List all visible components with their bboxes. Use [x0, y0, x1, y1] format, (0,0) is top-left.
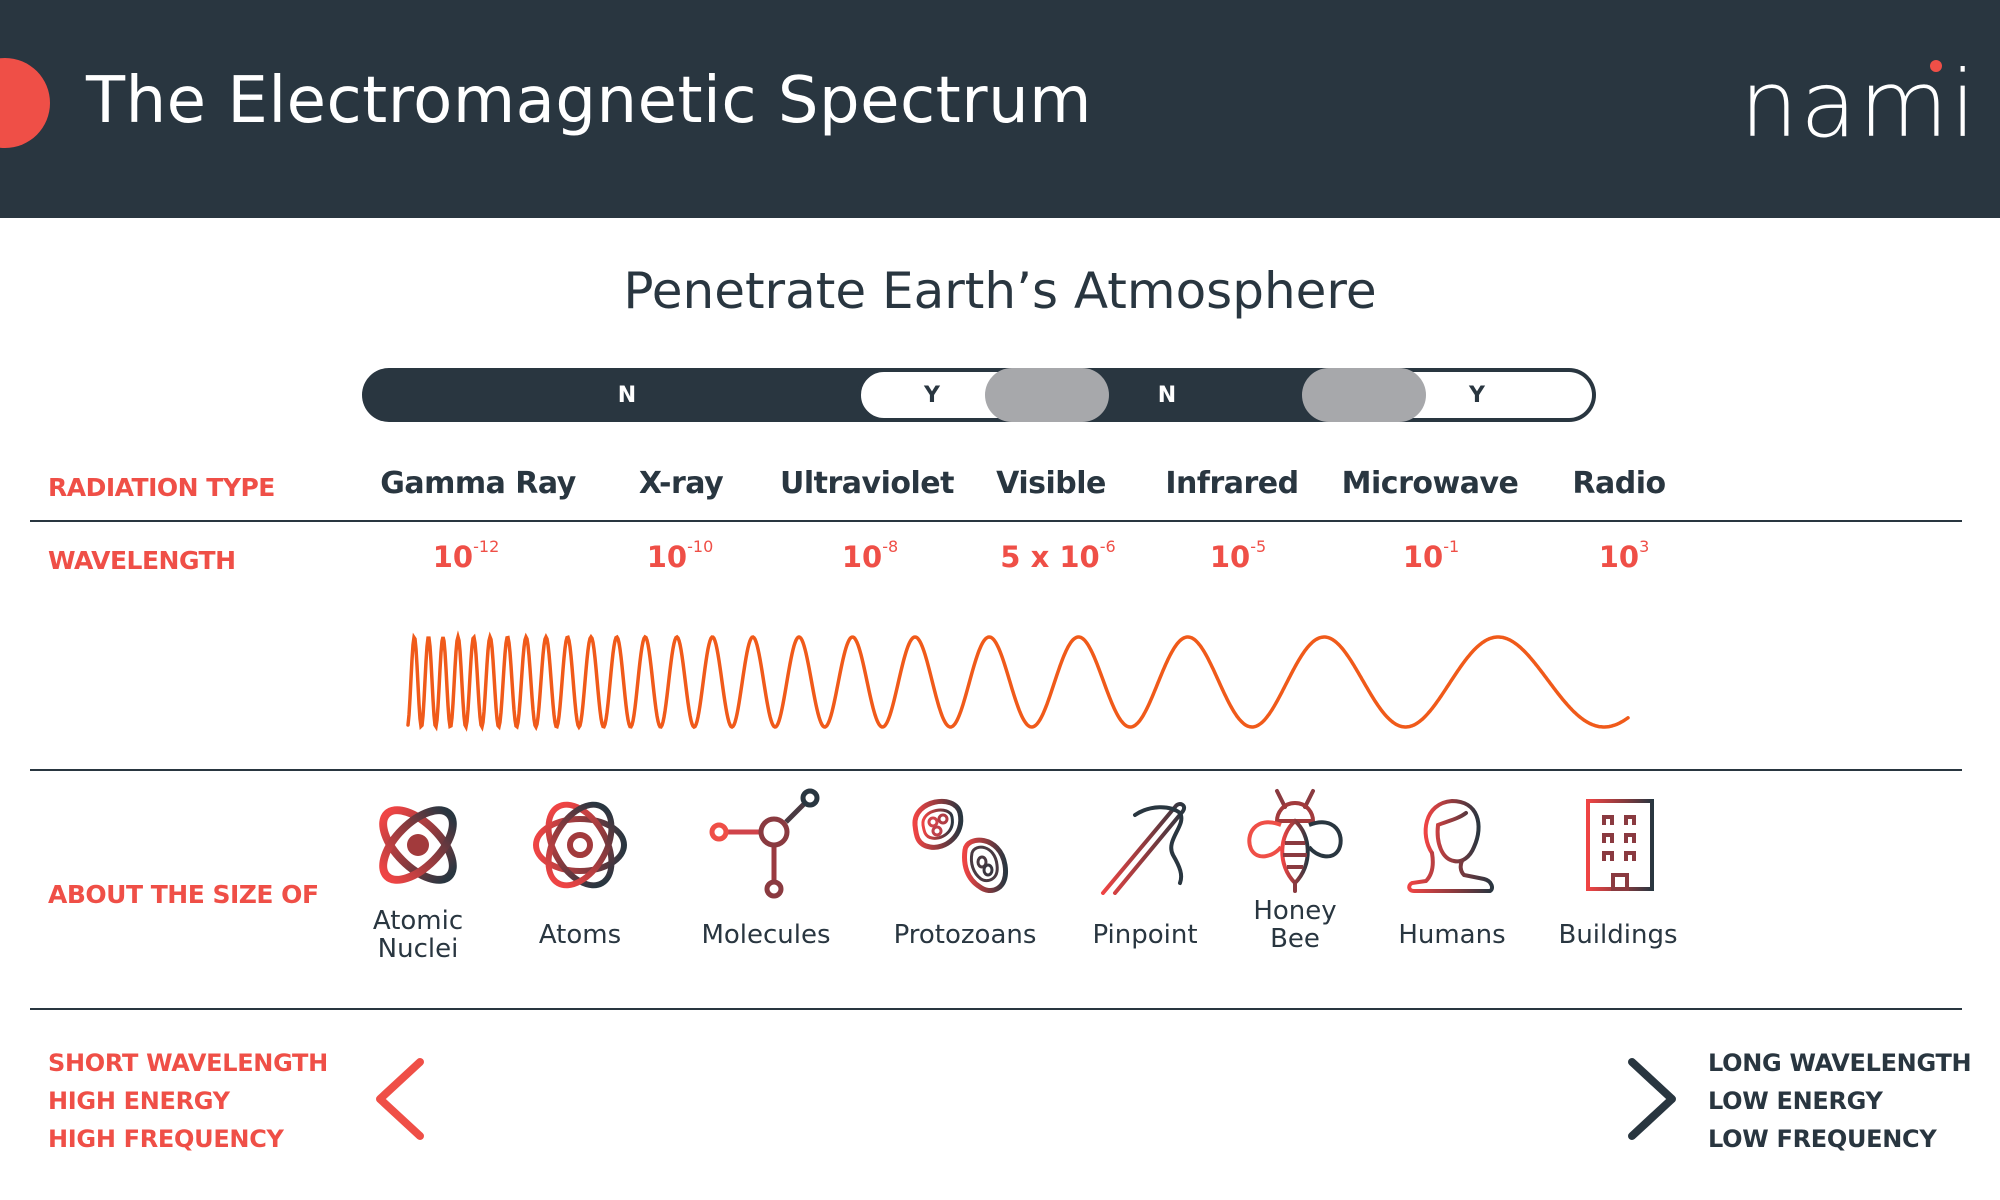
divider [30, 520, 1962, 522]
size-item-label: Protozoans [870, 921, 1060, 949]
wl-exp: 3 [1639, 537, 1650, 556]
edge-label: HIGH FREQUENCY [48, 1125, 284, 1153]
radiation-radio: Radio [1572, 466, 1666, 501]
size-label: ABOUT THE SIZE OF [48, 880, 319, 909]
label-line: Humans [1398, 920, 1506, 950]
wavelength-label: WAVELENGTH [48, 546, 236, 575]
wl-base: 10 [432, 540, 474, 574]
person-icon [1407, 798, 1494, 893]
logo-dot [1930, 60, 1942, 72]
size-item-protozoans: Protozoans [870, 795, 1060, 949]
segment-label: Y [1469, 382, 1485, 408]
size-item-label: Buildings [1523, 921, 1713, 949]
protozoa-icon [912, 798, 1008, 893]
wavelength-ultraviolet: 10-8 [841, 537, 899, 574]
radiation-ultraviolet: Ultraviolet [780, 466, 954, 501]
edge-label: LOW FREQUENCY [1708, 1125, 1937, 1153]
page-title: The Electromagnetic Spectrum [86, 64, 1092, 138]
radiation-gamma: Gamma Ray [380, 466, 576, 501]
wl-base: 5 x 10 [1000, 540, 1100, 574]
wavelength-infrared: 10-5 [1209, 537, 1267, 574]
size-item-buildings: Buildings [1523, 795, 1713, 949]
size-item-atoms: Atoms [485, 795, 675, 949]
wavelength-visible: 5 x 10-6 [1000, 537, 1116, 574]
radiation-xray: X-ray [638, 466, 724, 501]
size-item-label: Molecules [671, 921, 861, 949]
wave-line [406, 630, 1630, 732]
radiation-type-label: RADIATION TYPE [48, 473, 275, 502]
label-line: Buildings [1558, 920, 1678, 950]
radiation-infrared: Infrared [1165, 466, 1299, 501]
edge-label: HIGH ENERGY [48, 1087, 230, 1115]
building-icon [1579, 799, 1663, 892]
short-wavelength-labels: SHORT WAVELENGTH HIGH ENERGY HIGH FREQUE… [48, 1044, 328, 1158]
edge-label: LONG WAVELENGTH [1708, 1049, 1972, 1077]
wl-base: 10 [646, 540, 688, 574]
radiation-microwave: Microwave [1341, 466, 1519, 501]
label-line: Protozoans [893, 920, 1037, 950]
atmosphere-title: Penetrate Earth’s Atmosphere [623, 262, 1377, 320]
wl-exp: -12 [473, 537, 500, 556]
atom-nucleus-icon [379, 806, 457, 884]
size-item-label: Humans [1357, 921, 1547, 949]
wl-base: 10 [841, 540, 883, 574]
atmosphere-partial-1 [985, 368, 1109, 422]
divider [30, 1008, 1962, 1010]
logo-text: nami [1740, 51, 1978, 158]
segment-label: Y [924, 382, 940, 408]
molecule-icon [709, 788, 820, 899]
long-wavelength-labels: LONG WAVELENGTH LOW ENERGY LOW FREQUENCY [1708, 1044, 1972, 1158]
wavelength-gamma: 10-12 [432, 537, 500, 574]
size-item-humans: Humans [1357, 795, 1547, 949]
atmosphere-bar: N Y N Y [362, 368, 1596, 422]
wl-exp: -5 [1250, 537, 1267, 556]
radiation-visible: Visible [996, 466, 1106, 501]
atmosphere-segment-gamma-uv: N [362, 368, 892, 422]
segment-label: N [617, 382, 637, 408]
needle-icon [1101, 802, 1186, 895]
atom-icon [533, 801, 627, 889]
divider [30, 769, 1962, 771]
wl-base: 10 [1209, 540, 1251, 574]
accent-circle [0, 58, 50, 148]
label-line: Molecules [701, 920, 831, 950]
edge-label: SHORT WAVELENGTH [48, 1049, 328, 1077]
wavelength-microwave: 10-1 [1402, 537, 1460, 574]
bee-icon [1247, 789, 1343, 893]
wavelength-xray: 10-10 [646, 537, 714, 574]
edge-label: LOW ENERGY [1708, 1087, 1883, 1115]
wl-exp: -8 [882, 537, 899, 556]
atmosphere-partial-2 [1302, 368, 1426, 422]
wl-base: 10 [1402, 540, 1444, 574]
wl-exp: -1 [1443, 537, 1460, 556]
header-banner: The Electromagnetic Spectrum nami [0, 0, 2000, 218]
label-line: Atoms [538, 920, 622, 950]
double-arrow [376, 1058, 1676, 1140]
wavelength-radio: 103 [1598, 537, 1650, 574]
size-item-label: Atoms [485, 921, 675, 949]
wl-base: 10 [1598, 540, 1640, 574]
wl-exp: -10 [687, 537, 714, 556]
wl-exp: -6 [1099, 537, 1116, 556]
wave-graphic [406, 630, 1630, 732]
size-item-molecules: Molecules [671, 788, 861, 949]
segment-label: N [1157, 382, 1177, 408]
nami-logo: nami [1740, 58, 1976, 151]
